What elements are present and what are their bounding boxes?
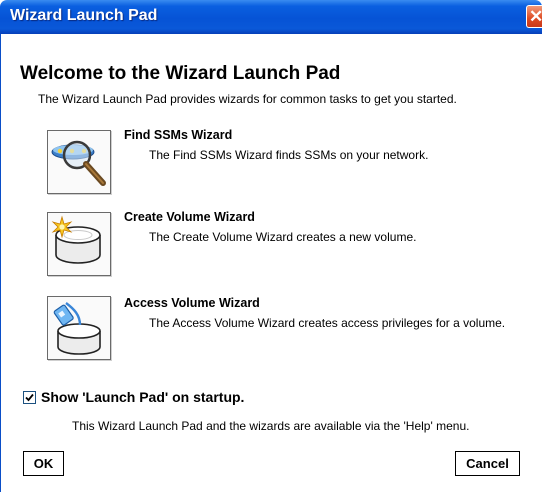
- access-volume-wizard-description: The Access Volume Wizard creates access …: [149, 316, 506, 330]
- create-volume-wizard-button[interactable]: [47, 212, 111, 276]
- create-volume-wizard-title[interactable]: Create Volume Wizard: [124, 210, 255, 224]
- access-volume-wizard-button[interactable]: [47, 296, 111, 360]
- new-volume-icon: [51, 215, 101, 264]
- title-bar[interactable]: Wizard Launch Pad ✕: [0, 0, 542, 34]
- intro-text: The Wizard Launch Pad provides wizards f…: [38, 92, 457, 106]
- magnifier-network-icon: [51, 140, 106, 186]
- window-title: Wizard Launch Pad: [10, 7, 158, 24]
- find-ssms-wizard-description: The Find SSMs Wizard finds SSMs on your …: [149, 148, 429, 162]
- show-on-startup-label[interactable]: Show 'Launch Pad' on startup.: [41, 389, 244, 405]
- find-ssms-wizard-title[interactable]: Find SSMs Wizard: [124, 128, 232, 142]
- cancel-button[interactable]: Cancel: [455, 451, 520, 476]
- access-volume-wizard-title[interactable]: Access Volume Wizard: [124, 296, 260, 310]
- create-volume-wizard-description: The Create Volume Wizard creates a new v…: [149, 230, 417, 244]
- ok-button[interactable]: OK: [23, 451, 64, 476]
- show-on-startup-checkbox[interactable]: [23, 391, 36, 404]
- page-title: Welcome to the Wizard Launch Pad: [20, 63, 341, 84]
- close-button[interactable]: ✕: [526, 5, 542, 28]
- close-icon: ✕: [529, 7, 542, 26]
- checkmark-icon: [25, 393, 34, 402]
- volume-access-icon: [53, 302, 101, 355]
- help-menu-note: This Wizard Launch Pad and the wizards a…: [72, 419, 470, 433]
- find-ssms-wizard-button[interactable]: [47, 130, 111, 194]
